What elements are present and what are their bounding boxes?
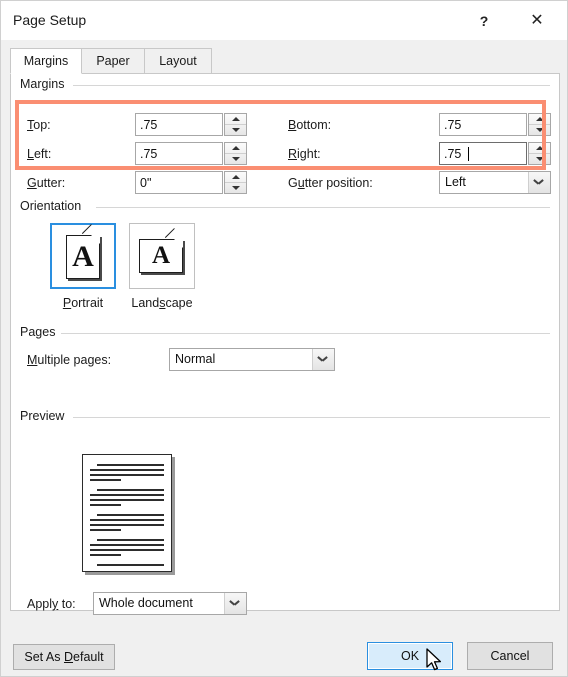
gutter-spin-buttons[interactable]: [224, 171, 247, 194]
preview-text-line: [90, 494, 164, 496]
bottom-margin-label: Bottom:: [288, 118, 332, 132]
preview-text-line: [90, 504, 122, 506]
top-margin-increment[interactable]: [225, 114, 246, 125]
bottom-margin-stepper[interactable]: [439, 113, 551, 136]
left-margin-label: Left:: [27, 147, 52, 161]
right-margin-decrement[interactable]: [529, 154, 550, 164]
left-margin-decrement[interactable]: [225, 154, 246, 164]
multiple-pages-label: Multiple pages:: [27, 353, 112, 367]
top-margin-input[interactable]: [135, 113, 223, 136]
left-margin-input[interactable]: [135, 142, 223, 165]
right-margin-increment[interactable]: [529, 143, 550, 154]
tab-strip: Margins Paper Layout: [10, 48, 560, 74]
preview-text-line: [97, 539, 164, 541]
landscape-page-icon: A: [139, 228, 184, 273]
close-icon[interactable]: ✕: [524, 9, 550, 33]
orientation-group-label: Orientation: [20, 199, 88, 213]
right-margin-stepper[interactable]: [439, 142, 551, 165]
set-as-default-button[interactable]: Set As Default: [13, 644, 115, 670]
right-margin-input[interactable]: [439, 142, 527, 165]
preview-text-line: [90, 519, 164, 521]
bottom-margin-input[interactable]: [439, 113, 527, 136]
bottom-margin-spin-buttons[interactable]: [528, 113, 551, 136]
bottom-margin-decrement[interactable]: [529, 125, 550, 135]
pages-group-divider: [61, 333, 550, 334]
portrait-page-icon: A: [66, 224, 101, 279]
right-margin-label: Right:: [288, 147, 321, 161]
preview-text-line: [90, 554, 122, 556]
top-margin-stepper[interactable]: [135, 113, 247, 136]
apply-to-label: Apply to:: [27, 597, 76, 611]
tab-margins[interactable]: Margins: [10, 48, 82, 74]
page-preview-thumbnail: [82, 454, 172, 572]
preview-group-label: Preview: [20, 409, 71, 423]
text-caret: [468, 147, 469, 161]
gutter-increment[interactable]: [225, 172, 246, 183]
gutter-label: Gutter:: [27, 176, 66, 190]
left-margin-increment[interactable]: [225, 143, 246, 154]
tab-paper[interactable]: Paper: [81, 48, 145, 74]
preview-text-line: [90, 524, 164, 526]
gutter-decrement[interactable]: [225, 183, 246, 193]
left-margin-stepper[interactable]: [135, 142, 247, 165]
gutter-position-label: Gutter position:: [288, 176, 373, 190]
preview-text-line: [97, 514, 164, 516]
chevron-down-icon[interactable]: [224, 593, 246, 614]
orientation-label-portrait: Portrait: [62, 296, 104, 310]
top-margin-decrement[interactable]: [225, 125, 246, 135]
gutter-position-dropdown[interactable]: Left: [439, 171, 551, 194]
multiple-pages-dropdown[interactable]: Normal: [169, 348, 335, 371]
apply-to-value: Whole document: [99, 596, 193, 610]
page-setup-dialog: Page Setup ? ✕ Margins Paper Layout Marg…: [0, 0, 568, 677]
preview-text-line: [90, 529, 122, 531]
top-margin-label: Top:: [27, 118, 51, 132]
chevron-down-icon[interactable]: [528, 172, 550, 193]
top-margin-spin-buttons[interactable]: [224, 113, 247, 136]
orientation-option-portrait[interactable]: A: [50, 223, 116, 289]
multiple-pages-value: Normal: [175, 352, 216, 366]
preview-text-line: [90, 549, 164, 551]
left-margin-spin-buttons[interactable]: [224, 142, 247, 165]
help-icon[interactable]: ?: [471, 9, 497, 33]
preview-text-line: [90, 499, 164, 501]
gutter-input[interactable]: [135, 171, 223, 194]
preview-text-line: [90, 469, 164, 471]
title-bar: Page Setup ? ✕: [1, 1, 567, 40]
chevron-down-icon[interactable]: [312, 349, 334, 370]
cancel-button[interactable]: Cancel: [467, 642, 553, 670]
ok-button[interactable]: OK: [367, 642, 453, 670]
orientation-label-landscape: Landscape: [131, 296, 193, 310]
preview-text-line: [90, 544, 164, 546]
right-margin-spin-buttons[interactable]: [528, 142, 551, 165]
preview-text-line: [97, 564, 164, 566]
margins-group-divider: [73, 85, 550, 86]
preview-text-line: [90, 474, 164, 476]
gutter-stepper[interactable]: [135, 171, 247, 194]
bottom-margin-increment[interactable]: [529, 114, 550, 125]
apply-to-dropdown[interactable]: Whole document: [93, 592, 247, 615]
tab-layout[interactable]: Layout: [144, 48, 212, 74]
preview-text-line: [97, 489, 164, 491]
margins-group-label: Margins: [20, 77, 71, 91]
preview-group-divider: [73, 417, 550, 418]
preview-text-line: [90, 479, 122, 481]
orientation-group-divider: [96, 207, 550, 208]
orientation-option-landscape[interactable]: A: [129, 223, 195, 289]
dialog-title: Page Setup: [13, 12, 87, 28]
preview-text-line: [97, 464, 164, 466]
gutter-position-value: Left: [445, 175, 466, 189]
pages-group-label: Pages: [20, 325, 62, 339]
